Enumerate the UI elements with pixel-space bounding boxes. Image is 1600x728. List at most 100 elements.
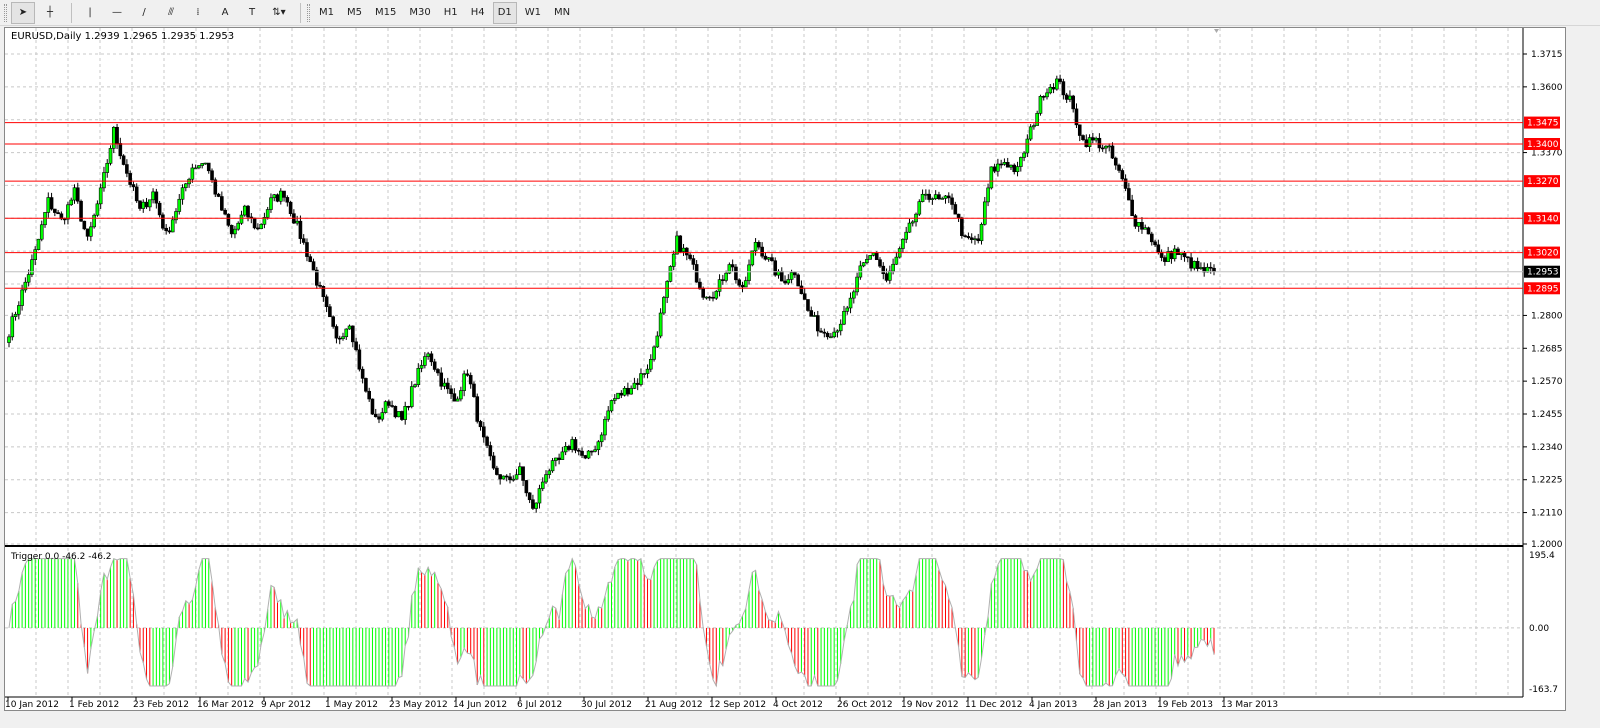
candle-bear <box>576 450 581 452</box>
candle-bear <box>308 256 313 262</box>
candle-bear <box>799 285 804 295</box>
arrows-icon[interactable]: ⇅▾ <box>267 2 291 24</box>
candle-bull <box>242 205 247 216</box>
candle-bull <box>668 266 673 282</box>
candle-bear <box>1130 199 1134 217</box>
candle-bear <box>318 284 322 287</box>
candle-bear <box>154 191 159 204</box>
timeframe-m15[interactable]: M15 <box>370 2 401 24</box>
cursor-icon[interactable]: ➤ <box>11 1 35 24</box>
candle-bull <box>95 203 100 216</box>
indicator-scale-label: 195.4 <box>1529 551 1555 561</box>
text-label-icon[interactable]: T <box>240 2 264 24</box>
candle-bull <box>894 256 899 265</box>
candle-bear <box>508 476 512 481</box>
candle-bear <box>946 195 951 199</box>
candle-bull <box>233 228 237 235</box>
price-label: 1.2800 <box>1531 311 1563 321</box>
timeframe-h1[interactable]: H1 <box>439 2 463 24</box>
candle-bull <box>462 373 466 391</box>
candle-bear <box>334 326 339 339</box>
candle-bear <box>229 225 234 235</box>
candle-bull <box>396 411 401 418</box>
crosshair-icon[interactable]: ┼ <box>38 2 62 24</box>
candle-bear <box>213 179 218 195</box>
candle-bull <box>681 247 686 252</box>
candle-bear <box>144 201 149 208</box>
candle-bull <box>570 439 575 450</box>
candle-bear <box>301 238 306 243</box>
candle-bull <box>743 280 748 288</box>
timeframe-d1[interactable]: D1 <box>492 1 517 24</box>
candle-bull <box>1045 92 1049 98</box>
candle-bull <box>835 330 840 333</box>
candle-bear <box>1012 164 1017 173</box>
candle-bull <box>550 460 555 472</box>
candle-bear <box>478 421 483 428</box>
date-label: 14 Jun 2012 <box>453 700 507 710</box>
candle-bull <box>838 323 843 332</box>
candle-bear <box>328 306 332 318</box>
timeframe-m30[interactable]: M30 <box>404 2 435 24</box>
candle-bear <box>351 325 355 343</box>
candle-bull <box>593 449 597 452</box>
candle-bear <box>806 299 810 311</box>
timeframe-m5[interactable]: M5 <box>342 2 367 24</box>
candle-bull <box>269 197 273 210</box>
candle-bear <box>121 155 126 165</box>
candle-bear <box>256 227 260 230</box>
candle-bull <box>23 281 28 291</box>
candle-bull <box>1028 126 1033 140</box>
date-label: 23 Feb 2012 <box>133 700 189 710</box>
vertical-line-icon[interactable]: | <box>78 2 102 24</box>
candle-bull <box>829 336 833 339</box>
fibonacci-icon[interactable]: ⫻ <box>159 2 183 24</box>
candle-bear <box>557 457 561 460</box>
candle-bear <box>452 393 457 402</box>
candle-bull <box>973 238 977 241</box>
candle-bear <box>1005 162 1010 168</box>
candle-bull <box>848 297 853 309</box>
candle-bear <box>1212 267 1216 273</box>
price-chart[interactable]: 1.3715 1.3600 1.3370 1.2800 1.2685 1.2570 1.24… <box>5 28 1567 712</box>
candle-bear <box>131 184 136 188</box>
horizontal-line-icon[interactable]: — <box>105 2 129 24</box>
candle-bear <box>1058 78 1062 82</box>
price-label: 1.2000 <box>1531 540 1563 550</box>
candle-bull <box>180 187 185 200</box>
candle-bull <box>1048 87 1053 94</box>
date-label: 10 Jan 2012 <box>5 700 59 710</box>
timeframe-mn[interactable]: MN <box>549 2 575 24</box>
candle-bear <box>485 436 489 446</box>
level-label: 1.3400 <box>1527 140 1559 150</box>
candle-bull <box>560 451 565 460</box>
candle-bull <box>30 259 34 275</box>
candle-bear <box>966 236 971 239</box>
candle-bear <box>465 373 470 376</box>
chart-window[interactable]: 1.3715 1.3600 1.3370 1.2800 1.2685 1.2570 1.24… <box>4 27 1566 711</box>
candle-bear <box>580 450 584 456</box>
price-label: 1.3715 <box>1531 50 1563 60</box>
candle-bull <box>409 386 414 407</box>
toolbar-grip[interactable] <box>4 3 7 22</box>
candle-bull <box>786 279 791 284</box>
toolbar-grip[interactable] <box>307 3 310 22</box>
timeframe-w1[interactable]: W1 <box>520 2 546 24</box>
candle-bear <box>128 173 132 185</box>
candle-bull <box>66 204 70 220</box>
trendline-icon[interactable]: / <box>132 2 156 24</box>
candle-bear <box>1182 252 1187 258</box>
candle-bull <box>7 336 11 343</box>
timeframe-m1[interactable]: M1 <box>314 2 339 24</box>
level-label: 1.3475 <box>1527 119 1559 129</box>
candle-bear <box>960 217 964 236</box>
text-icon[interactable]: A <box>213 2 237 24</box>
price-label: 1.3600 <box>1531 83 1563 93</box>
candle-bull <box>917 201 922 215</box>
candle-bear <box>1100 147 1105 150</box>
fibo-fan-icon[interactable]: ⁞ <box>186 2 210 24</box>
candle-bear <box>1127 188 1131 201</box>
date-label: 19 Nov 2012 <box>901 700 959 710</box>
candle-bull <box>655 335 660 348</box>
timeframe-h4[interactable]: H4 <box>466 2 490 24</box>
